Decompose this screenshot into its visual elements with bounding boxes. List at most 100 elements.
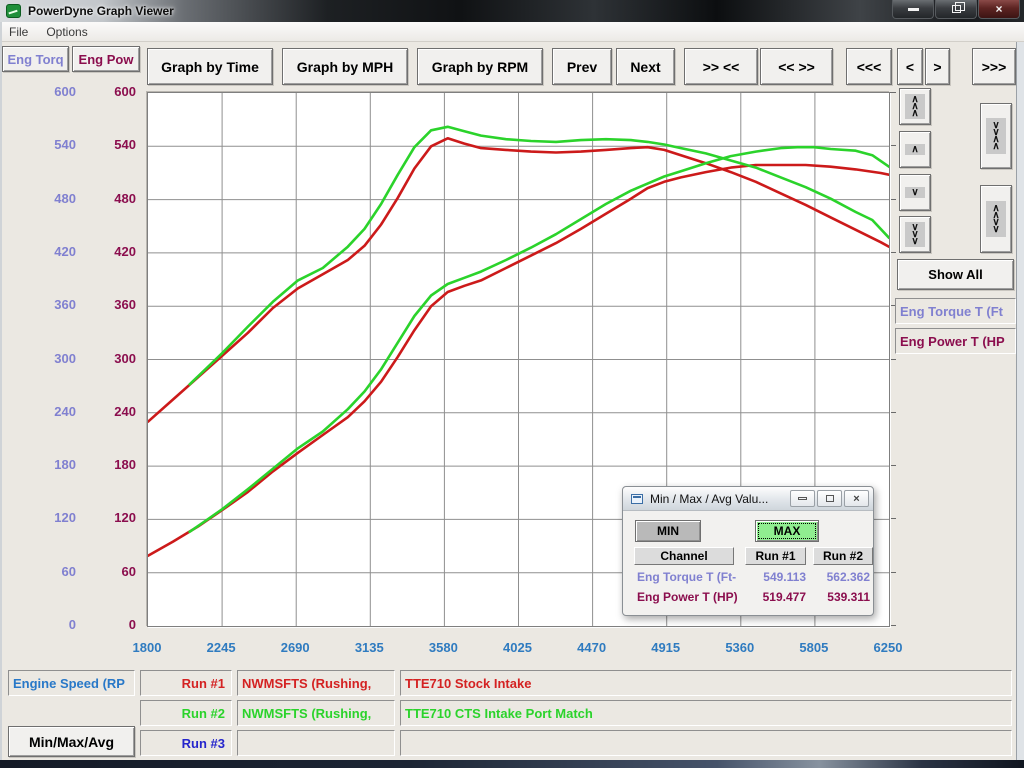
y-tick-torque-60: 60 — [30, 564, 76, 580]
run-label-3: Run #3 — [140, 730, 232, 756]
y-tick-torque-540: 540 — [30, 137, 76, 153]
scroll-down-fast-button[interactable]: ∨∨∨ — [899, 216, 931, 253]
zoom-in-vertical-button[interactable]: ∨∨∧∧ — [980, 103, 1012, 169]
y-tick-power-60: 60 — [90, 564, 136, 580]
menu-options[interactable]: Options — [37, 23, 96, 41]
title-bar: PowerDyne Graph Viewer × — [0, 0, 1024, 22]
y-tick-torque-600: 600 — [30, 84, 76, 100]
x-tick-1800: 1800 — [120, 640, 174, 656]
y-tick-power-240: 240 — [90, 404, 136, 420]
right-axis-tick — [890, 412, 896, 413]
toolbar-button-btn[interactable]: >> << — [684, 48, 758, 85]
x-tick-4025: 4025 — [491, 640, 545, 656]
y-tick-power-600: 600 — [90, 84, 136, 100]
window-left-frame — [0, 22, 2, 768]
minmax-window: Min / Max / Avg Valu... × MIN MAX Channe… — [622, 486, 874, 616]
scroll-up-fast-button[interactable]: ∧∧∧ — [899, 88, 931, 125]
y-tick-power-360: 360 — [90, 297, 136, 313]
restore-icon[interactable] — [935, 0, 977, 19]
window-bottom-frame — [0, 760, 1024, 768]
toolbar-button-btn[interactable]: < — [897, 48, 923, 85]
right-axis-tick — [890, 199, 896, 200]
run-file-3 — [237, 730, 395, 756]
minmax-channel-1: Eng Torque T (Ft- — [637, 569, 752, 585]
y-tick-torque-120: 120 — [30, 510, 76, 526]
right-axis-tick — [890, 359, 896, 360]
min-button[interactable]: MIN — [635, 520, 701, 542]
minmaxavg-button[interactable]: Min/Max/Avg — [8, 726, 135, 757]
y-tick-torque-480: 480 — [30, 191, 76, 207]
y-tick-torque-240: 240 — [30, 404, 76, 420]
minmax-header-run1: Run #1 — [745, 547, 806, 565]
run-file-2: NWMSFTS (Rushing, — [237, 700, 395, 726]
minmax-restore-icon[interactable] — [817, 490, 842, 507]
toolbar-button-btn[interactable]: <<< — [846, 48, 892, 85]
scroll-down-button[interactable]: ∨ — [899, 174, 931, 211]
x-tick-5805: 5805 — [787, 640, 841, 656]
show-all-button[interactable]: Show All — [897, 259, 1014, 290]
minmax-header-channel: Channel — [634, 547, 734, 565]
toolbar-button-graph-by-time[interactable]: Graph by Time — [147, 48, 273, 85]
minmax-run2-value-2: 539.311 — [815, 589, 870, 605]
right-axis-tick — [890, 92, 896, 93]
x-tick-2690: 2690 — [268, 640, 322, 656]
x-tick-4470: 4470 — [565, 640, 619, 656]
y-tick-power-180: 180 — [90, 457, 136, 473]
y-tick-torque-420: 420 — [30, 244, 76, 260]
right-axis-tick — [890, 572, 896, 573]
right-axis-tick — [890, 625, 896, 626]
right-axis-tick — [890, 465, 896, 466]
minmax-channel-2: Eng Power T (HP) — [637, 589, 752, 605]
y-tick-torque-180: 180 — [30, 457, 76, 473]
window-right-frame — [1016, 42, 1024, 760]
minmax-title-bar[interactable]: Min / Max / Avg Valu... × — [623, 487, 873, 511]
toolbar-button-graph-by-rpm[interactable]: Graph by RPM — [417, 48, 543, 85]
y-tick-torque-0: 0 — [30, 617, 76, 633]
run-description-3 — [400, 730, 1012, 756]
run-file-1: NWMSFTS (Rushing, — [237, 670, 395, 696]
minmax-close-icon[interactable]: × — [844, 490, 869, 507]
run-label-1: Run #1 — [140, 670, 232, 696]
close-icon[interactable]: × — [978, 0, 1020, 19]
minmax-run1-value-1: 549.113 — [751, 569, 806, 585]
y-tick-power-420: 420 — [90, 244, 136, 260]
minmax-run1-value-2: 519.477 — [751, 589, 806, 605]
legend-power-field: Eng Power T (HP — [895, 328, 1016, 354]
scroll-up-button[interactable]: ∧ — [899, 131, 931, 168]
power-channel-button[interactable]: Eng Pow — [72, 46, 140, 72]
run-label-2: Run #2 — [140, 700, 232, 726]
toolbar-button-graph-by-mph[interactable]: Graph by MPH — [282, 48, 408, 85]
minmax-header-run2: Run #2 — [813, 547, 873, 565]
right-axis-tick — [890, 145, 896, 146]
minmax-window-icon — [631, 494, 643, 504]
toolbar-button-prev[interactable]: Prev — [552, 48, 612, 85]
minmax-run2-value-1: 562.362 — [815, 569, 870, 585]
x-tick-4915: 4915 — [639, 640, 693, 656]
curve-run-2-eng-power-hp — [190, 147, 889, 532]
x-channel-field: Engine Speed (RP — [8, 670, 135, 696]
x-tick-3580: 3580 — [416, 640, 470, 656]
menu-bar: File Options — [0, 22, 1024, 42]
toolbar-button-next[interactable]: Next — [616, 48, 675, 85]
x-tick-2245: 2245 — [194, 640, 248, 656]
toolbar-button-btn[interactable]: >>> — [972, 48, 1016, 85]
minimize-icon[interactable] — [892, 0, 934, 19]
y-tick-power-540: 540 — [90, 137, 136, 153]
minmax-minimize-icon[interactable] — [790, 490, 815, 507]
max-button[interactable]: MAX — [755, 520, 819, 542]
menu-file[interactable]: File — [0, 23, 37, 41]
app-window: { "window": { "title": "PowerDyne Graph … — [0, 0, 1024, 768]
toolbar-button-btn[interactable]: << >> — [760, 48, 833, 85]
right-axis-tick — [890, 518, 896, 519]
zoom-out-vertical-button[interactable]: ∧∧∨∨ — [980, 185, 1012, 253]
y-tick-power-480: 480 — [90, 191, 136, 207]
x-tick-3135: 3135 — [342, 640, 396, 656]
torque-channel-button[interactable]: Eng Torq — [2, 46, 69, 72]
y-tick-torque-360: 360 — [30, 297, 76, 313]
right-axis-tick — [890, 252, 896, 253]
window-title: PowerDyne Graph Viewer — [28, 4, 174, 18]
y-tick-power-120: 120 — [90, 510, 136, 526]
y-tick-torque-300: 300 — [30, 351, 76, 367]
legend-torque-field: Eng Torque T (Ft — [895, 298, 1016, 324]
toolbar-button-btn[interactable]: > — [925, 48, 950, 85]
